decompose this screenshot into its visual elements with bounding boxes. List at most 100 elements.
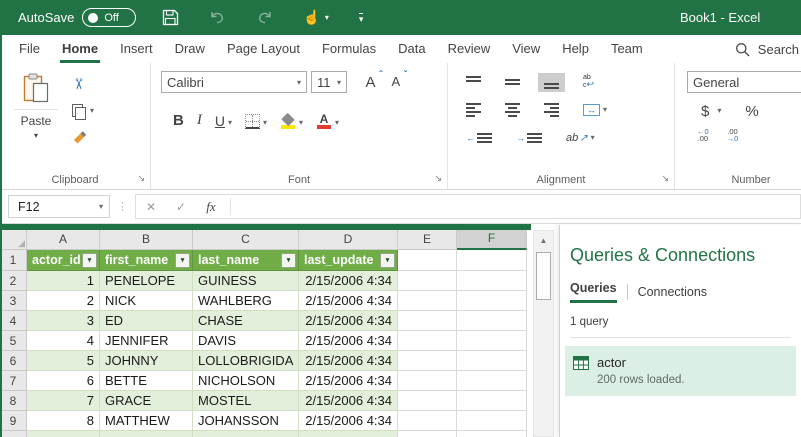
fill-color-button[interactable]: ▾ (280, 112, 303, 129)
touch-mouse-mode-button[interactable]: ☝ ▾ (303, 9, 328, 26)
align-right-button[interactable] (544, 103, 559, 117)
increase-decimal-button[interactable]: ←0.00 (697, 128, 709, 143)
cell[interactable] (398, 331, 457, 351)
cut-button[interactable]: ✂ (69, 75, 94, 93)
font-dialog-launcher[interactable]: ↘ (434, 173, 442, 184)
cell[interactable] (457, 411, 527, 431)
cell-actor-id[interactable]: 4 (27, 331, 100, 351)
cell-last-update[interactable]: 2/15/2006 4:34 (299, 391, 398, 411)
currency-format-button[interactable]: $ (701, 103, 709, 120)
cell-last-name[interactable]: DAVIS (193, 331, 299, 351)
table-header-first_name[interactable]: first_name ▾ (100, 250, 193, 271)
cell-last-update[interactable]: 2/15/2006 4:34 (299, 331, 398, 351)
name-box[interactable]: F12 ▾ (8, 195, 110, 218)
cell-first-name[interactable]: PENELOPE (100, 271, 193, 291)
cell-actor-id[interactable]: 3 (27, 311, 100, 331)
cell-actor-id[interactable]: 8 (27, 411, 100, 431)
cell-last-name[interactable]: JOHANSSON (193, 411, 299, 431)
increase-indent-button[interactable]: → (516, 133, 542, 143)
cell-last-name[interactable]: MOSTEL (193, 391, 299, 411)
tab-page-layout[interactable]: Page Layout (216, 35, 311, 63)
column-header-C[interactable]: C (193, 230, 299, 250)
cell[interactable] (457, 291, 527, 311)
row-header-1[interactable]: 1 (0, 250, 27, 271)
row-header-7[interactable]: 7 (0, 371, 27, 391)
cell-first-name[interactable]: NICK (100, 291, 193, 311)
cell-last-update[interactable]: 2/15/2006 4:34 (299, 271, 398, 291)
paste-button[interactable]: Paste ▾ (14, 73, 58, 147)
tab-review[interactable]: Review (437, 35, 502, 63)
row-header-5[interactable]: 5 (0, 331, 27, 351)
cell[interactable] (457, 351, 527, 371)
copy-button[interactable]: ▾ (72, 102, 94, 120)
cell[interactable] (398, 371, 457, 391)
cell-actor-id[interactable]: 7 (27, 391, 100, 411)
decrease-indent-button[interactable]: ← (466, 133, 492, 143)
cell[interactable] (299, 431, 398, 437)
bold-button[interactable]: B (173, 112, 184, 129)
cell-last-update[interactable]: 2/15/2006 4:34 (299, 411, 398, 431)
cell[interactable] (457, 331, 527, 351)
enter-button[interactable]: ✓ (166, 200, 196, 214)
middle-align-button[interactable] (505, 76, 520, 89)
redo-button[interactable] (256, 10, 273, 25)
cell-last-name[interactable]: WAHLBERG (193, 291, 299, 311)
cell[interactable] (457, 371, 527, 391)
clipboard-dialog-launcher[interactable]: ↘ (137, 173, 145, 184)
filter-button[interactable]: ▾ (82, 252, 97, 268)
tab-connections[interactable]: Connections (638, 285, 708, 299)
borders-button[interactable]: ▾ (244, 114, 267, 129)
orientation-button[interactable]: ab ↗ ▾ (566, 132, 595, 144)
top-align-button[interactable] (466, 75, 481, 89)
table-header-last_update[interactable]: last_update ▾ (299, 250, 398, 271)
filter-button[interactable]: ▾ (281, 252, 296, 268)
cell-first-name[interactable]: ED (100, 311, 193, 331)
increase-font-size-button[interactable]: Aˆ (365, 70, 382, 91)
font-size-combo[interactable]: 11 ▾ (311, 71, 347, 93)
table-header-last_name[interactable]: last_name ▾ (193, 250, 299, 271)
tab-team[interactable]: Team (600, 35, 654, 63)
cell-last-update[interactable]: 2/15/2006 4:34 (299, 311, 398, 331)
cell[interactable] (457, 311, 527, 331)
cell[interactable] (100, 431, 193, 437)
cell[interactable] (398, 271, 457, 291)
cell-actor-id[interactable]: 1 (27, 271, 100, 291)
cell-last-update[interactable]: 2/15/2006 4:34 (299, 291, 398, 311)
cell-first-name[interactable]: GRACE (100, 391, 193, 411)
decrease-font-size-button[interactable]: Aˇ (391, 70, 407, 91)
scroll-up-button[interactable]: ▲ (534, 231, 553, 250)
cell-first-name[interactable]: JENNIFER (100, 331, 193, 351)
tab-home[interactable]: Home (51, 35, 109, 63)
bottom-align-button[interactable] (538, 72, 565, 92)
row-header-6[interactable]: 6 (0, 351, 27, 371)
align-center-button[interactable] (505, 103, 520, 117)
autosave-control[interactable]: AutoSave Off (18, 8, 137, 27)
cell[interactable] (457, 431, 527, 437)
row-header-2[interactable]: 2 (0, 271, 27, 291)
cell[interactable] (27, 431, 100, 437)
row-header[interactable] (0, 431, 27, 437)
alignment-dialog-launcher[interactable]: ↘ (661, 173, 669, 184)
cell[interactable] (398, 250, 457, 271)
cell[interactable] (398, 391, 457, 411)
cell-first-name[interactable]: BETTE (100, 371, 193, 391)
font-name-combo[interactable]: Calibri ▾ (161, 71, 307, 93)
tab-formulas[interactable]: Formulas (311, 35, 387, 63)
cell[interactable] (457, 391, 527, 411)
tab-file[interactable]: File (8, 35, 51, 63)
number-format-combo[interactable]: General (687, 71, 801, 93)
column-header-A[interactable]: A (27, 230, 100, 250)
wrap-text-button[interactable]: ab c↩ (583, 74, 594, 89)
insert-function-button[interactable]: fx (196, 199, 226, 215)
cell-actor-id[interactable]: 6 (27, 371, 100, 391)
filter-button[interactable]: ▾ (380, 252, 395, 268)
vertical-scrollbar[interactable]: ▲ (533, 230, 554, 437)
cell[interactable] (457, 250, 527, 271)
row-header-4[interactable]: 4 (0, 311, 27, 331)
column-header-B[interactable]: B (100, 230, 193, 250)
italic-button[interactable]: I (197, 112, 202, 129)
undo-button[interactable] (209, 10, 226, 25)
underline-button[interactable]: U ▾ (215, 113, 232, 129)
row-header-9[interactable]: 9 (0, 411, 27, 431)
row-header-8[interactable]: 8 (0, 391, 27, 411)
